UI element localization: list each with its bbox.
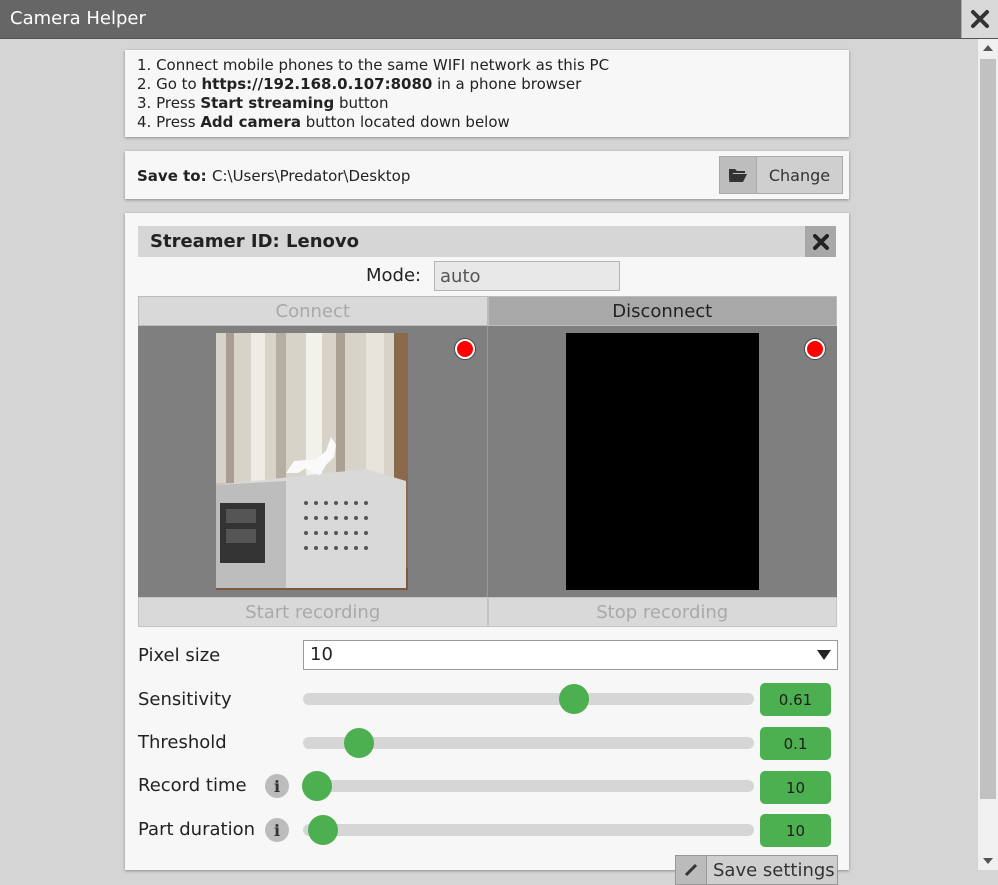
save-settings-label: Save settings [713,859,835,881]
close-icon [812,233,829,250]
close-window-button[interactable] [961,0,998,38]
motion-view [566,333,759,590]
slider-thumb[interactable] [558,684,589,714]
info-icon[interactable]: i [265,774,289,798]
slider-thumb[interactable] [344,728,375,758]
threshold-label: Threshold [138,732,227,753]
chevron-down-icon [817,650,831,660]
vertical-scrollbar[interactable] [978,39,998,870]
threshold-value[interactable]: 0.1 [760,727,831,760]
connect-button[interactable]: Connect [138,296,488,326]
folder-open-icon [720,157,757,193]
sensitivity-label: Sensitivity [138,689,232,710]
scroll-up-arrow[interactable] [983,45,993,51]
record-time-label: Record time [138,775,247,796]
slider-thumb[interactable] [308,815,339,845]
pixel-size-label: Pixel size [138,645,221,666]
instruction-item: 3. Press Start streaming button [137,94,389,112]
part-duration-slider[interactable] [303,815,754,845]
connection-buttons: Connect Disconnect [138,296,837,326]
instruction-item: 4. Press Add camera button located down … [137,113,510,131]
threshold-slider[interactable] [303,728,754,758]
app-title: Camera Helper [10,8,146,29]
disconnect-button[interactable]: Disconnect [487,296,837,326]
streamer-card: Streamer ID: Lenovo Mode: Connect Discon… [125,213,849,885]
save-to-label: Save to: [137,167,207,185]
save-icon [676,856,707,884]
save-to-panel: Save to: C:\Users\Predator\Desktop Chang… [125,151,849,199]
close-icon [971,10,989,28]
camera-feed-image [216,333,408,590]
camera-preview-left [138,326,488,597]
instructions-list: 1. Connect mobile phones to the same WIF… [125,50,849,132]
recording-indicator [455,339,475,359]
part-duration-label: Part duration [138,819,255,840]
scroll-down-arrow[interactable] [983,858,993,864]
pixel-size-value: 10 [310,644,333,665]
streamer-title: Streamer ID: Lenovo [150,231,359,252]
change-label: Change [768,165,831,185]
part-duration-value[interactable]: 10 [760,814,831,847]
title-bar: Camera Helper [0,0,998,39]
sensitivity-value[interactable]: 0.61 [760,683,831,716]
stop-recording-button[interactable]: Stop recording [487,597,837,627]
sensitivity-slider[interactable] [303,684,754,714]
instructions-panel: 1. Connect mobile phones to the same WIF… [125,50,849,137]
remove-streamer-button[interactable] [805,226,836,257]
save-settings-button[interactable]: Save settings [675,855,838,885]
save-path: C:\Users\Predator\Desktop [212,167,411,185]
mode-field[interactable] [434,261,620,291]
instruction-item: 2. Go to https://192.168.0.107:8080 in a… [137,75,582,93]
pixel-size-select[interactable]: 10 [303,640,838,670]
instruction-item: 1. Connect mobile phones to the same WIF… [137,56,610,74]
record-time-slider[interactable] [301,771,754,801]
record-time-value[interactable]: 10 [760,771,831,804]
scroll-thumb[interactable] [980,59,996,799]
start-recording-button[interactable]: Start recording [138,597,488,627]
slider-thumb[interactable] [301,771,332,801]
streamer-header: Streamer ID: Lenovo [138,226,836,257]
info-icon[interactable]: i [265,818,289,842]
camera-preview-right [488,326,837,597]
mode-label: Mode: [366,265,422,286]
recording-indicator [805,339,825,359]
camera-views [138,326,837,597]
recording-buttons: Start recording Stop recording [138,597,837,627]
change-folder-button[interactable]: Change [719,156,843,194]
